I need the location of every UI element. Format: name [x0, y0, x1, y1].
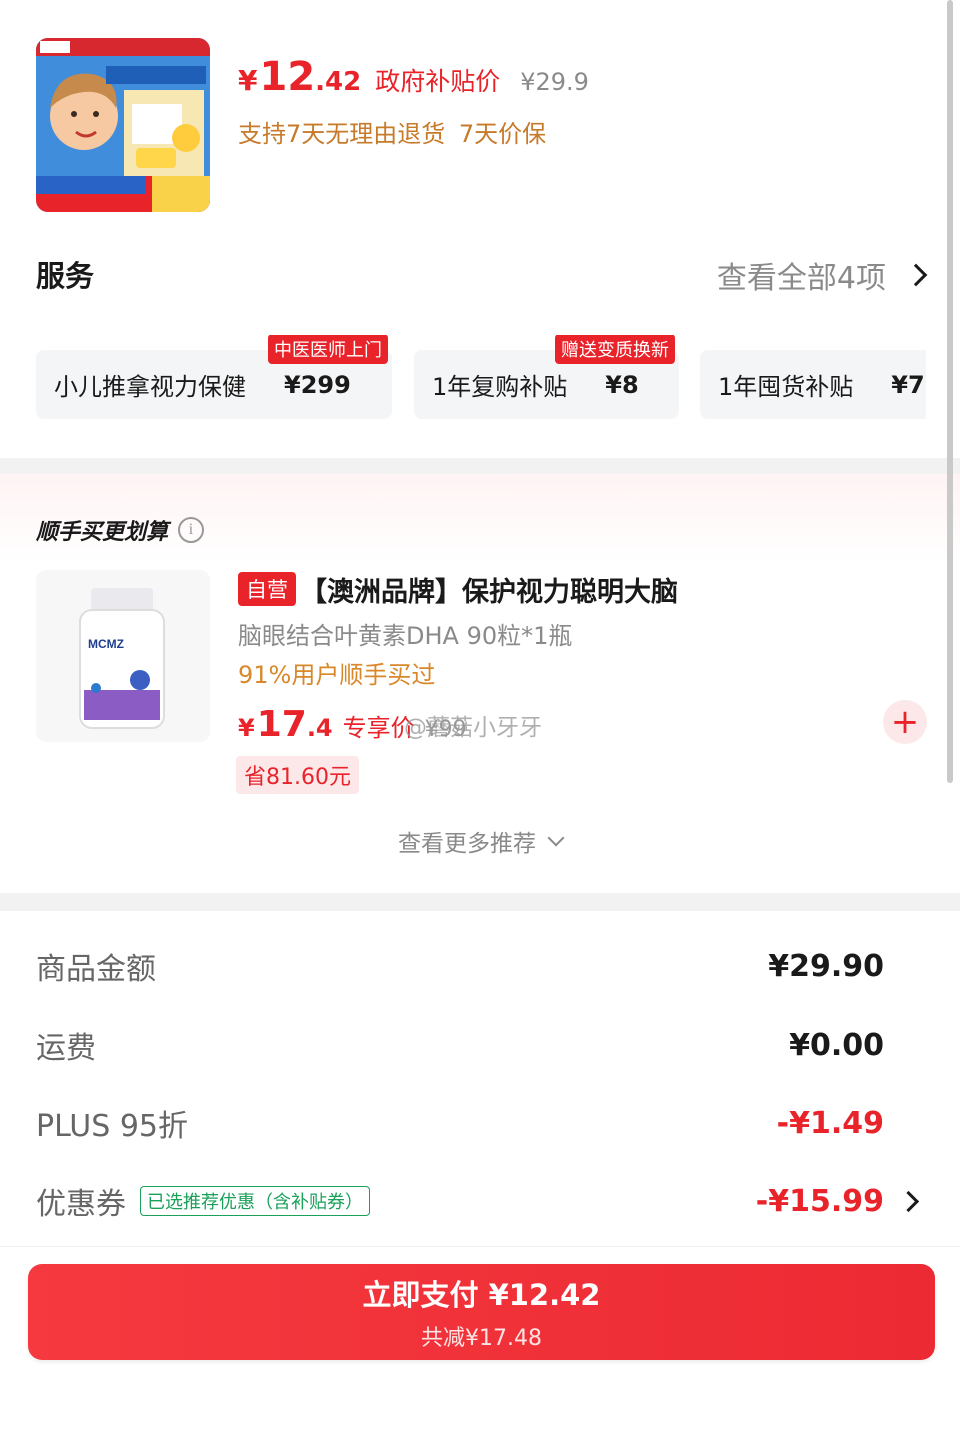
plus-icon: + — [890, 702, 920, 742]
coupon-value: -¥15.99 — [755, 1183, 884, 1219]
service-price: ¥7 — [891, 370, 925, 399]
pay-now-button[interactable]: 立即支付 ¥12.42 共减¥17.48 — [28, 1264, 935, 1360]
goods-amount-row: 商品金额 ¥29.90 — [36, 946, 884, 988]
addon-price-symbol: ¥ — [238, 714, 255, 742]
addon-users-stat: 91%用户顺手买过 — [238, 661, 436, 689]
price-decimal: .42 — [315, 67, 362, 97]
chevron-right-icon[interactable] — [897, 1190, 920, 1213]
service-tag: 赠送变质换新 — [555, 335, 675, 364]
service-list: 小儿推拿视力保健 ¥299 中医医师上门 1年复购补贴 ¥8 赠送变质换新 1年… — [36, 335, 926, 425]
price-row: ¥ 12 .42 政府补贴价 ¥29.9 — [238, 54, 589, 100]
service-card[interactable]: 1年复购补贴 ¥8 赠送变质换新 — [414, 335, 679, 419]
shipping-row: 运费 ¥0.00 — [36, 1025, 884, 1067]
section-divider — [0, 893, 960, 911]
coupon-left: 优惠券 已选推荐优惠（含补贴券） — [36, 1179, 370, 1223]
svg-text:MCMZ: MCMZ — [88, 637, 124, 651]
section-divider — [0, 1246, 960, 1247]
view-all-services-link[interactable]: 查看全部4项 — [716, 253, 928, 297]
product-summary: ¥ 12 .42 政府补贴价 ¥29.9 支持7天无理由退货 7天价保 — [0, 0, 960, 225]
self-operated-badge: 自营 — [238, 572, 296, 606]
shipping-label: 运费 — [36, 1031, 96, 1066]
service-name: 1年囤货补贴 — [718, 373, 854, 401]
see-more-recommendations[interactable]: 查看更多推荐 — [0, 824, 960, 858]
addon-product-image[interactable]: MCMZ — [36, 570, 210, 742]
original-price: ¥29.9 — [520, 68, 589, 96]
addon-product-name[interactable]: 【澳洲品牌】保护视力聪明大脑 — [300, 570, 678, 609]
coupon-label: 优惠券 — [36, 1187, 126, 1222]
supplement-bottle-icon: MCMZ — [79, 588, 165, 729]
pay-now-label: 立即支付 ¥12.42 — [362, 1278, 601, 1312]
addon-price-integer: 17 — [256, 704, 307, 745]
total-saved-label: 共减¥17.48 — [421, 1326, 542, 1351]
goods-amount-label: 商品金额 — [36, 952, 156, 987]
addon-title: 顺手买更划算 i — [36, 514, 205, 546]
services-title: 服务 — [36, 259, 95, 293]
scrollbar[interactable] — [947, 0, 953, 783]
chevron-down-icon — [547, 829, 565, 847]
service-price: ¥299 — [284, 370, 351, 399]
plus-discount-value: -¥1.49 — [776, 1105, 884, 1141]
see-more-label: 查看更多推荐 — [398, 831, 536, 857]
goods-amount-value: ¥29.90 — [768, 948, 884, 984]
product-thumbnail[interactable] — [36, 38, 210, 212]
addon-section: 顺手买更划算 i MCMZ 自营 【澳洲品牌】保护视力聪明大脑 脑眼结合叶黄素D… — [0, 474, 960, 892]
product-image — [36, 38, 210, 212]
price-symbol: ¥ — [238, 64, 258, 97]
shipping-value: ¥0.00 — [789, 1027, 884, 1063]
service-tag: 中医医师上门 — [268, 335, 388, 364]
coupon-badge: 已选推荐优惠（含补贴券） — [140, 1186, 370, 1216]
chevron-right-icon — [904, 263, 928, 287]
service-card[interactable]: 1年囤货补贴 ¥7 — [700, 350, 926, 419]
gov-subsidy-label: 政府补贴价 — [375, 67, 501, 96]
guarantee-text: 支持7天无理由退货 7天价保 — [238, 120, 547, 148]
addon-price-decimal: .4 — [306, 714, 333, 742]
add-to-order-button[interactable]: + — [883, 700, 927, 744]
watermark: @蘑菇小牙牙 — [404, 715, 542, 741]
price-integer: 12 — [259, 54, 316, 100]
addon-product-desc: 脑眼结合叶黄素DHA 90粒*1瓶 — [238, 622, 573, 650]
plus-discount-label: PLUS 95折 — [36, 1109, 189, 1144]
plus-discount-row: PLUS 95折 -¥1.49 — [36, 1103, 884, 1145]
service-price: ¥8 — [605, 370, 639, 399]
service-card[interactable]: 小儿推拿视力保健 ¥299 中医医师上门 — [36, 335, 392, 419]
coupon-row[interactable]: 优惠券 已选推荐优惠（含补贴券） -¥15.99 — [36, 1179, 884, 1223]
save-badge: 省81.60元 — [236, 756, 359, 794]
service-name: 1年复购补贴 — [432, 373, 568, 401]
service-name: 小儿推拿视力保健 — [54, 373, 246, 401]
addon-title-text: 顺手买更划算 — [36, 520, 169, 545]
view-all-label: 查看全部4项 — [716, 261, 886, 296]
info-icon[interactable]: i — [178, 517, 205, 543]
